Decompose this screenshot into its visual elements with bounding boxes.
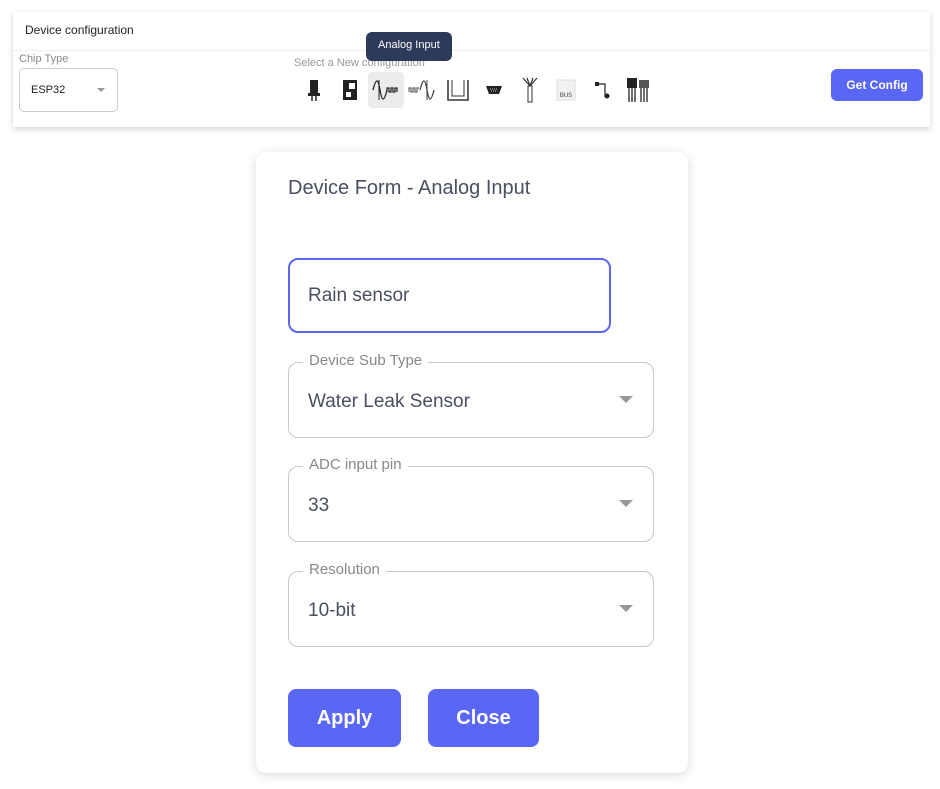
configuration-icons: BUS — [296, 72, 656, 108]
pulse-icon[interactable] — [440, 72, 476, 108]
serial-port-icon[interactable] — [476, 72, 512, 108]
apply-button[interactable]: Apply — [288, 689, 401, 747]
field-label: Device Sub Type — [303, 352, 429, 369]
device-configuration-panel: Device configuration Chip Type ESP32 Sel… — [13, 12, 930, 127]
divider — [13, 50, 930, 51]
caret-down-icon — [619, 396, 633, 403]
panel-title: Device configuration — [25, 23, 134, 37]
chip-type-select[interactable]: ESP32 — [19, 68, 118, 112]
adc-input-pin-select[interactable]: ADC input pin 33 — [288, 456, 654, 542]
field-value: 10-bit — [308, 600, 356, 621]
device-sub-type-select[interactable]: Device Sub Type Water Leak Sensor — [288, 352, 654, 438]
tooltip: Analog Input — [366, 32, 452, 61]
device-form: Device Form - Analog Input Device Sub Ty… — [256, 152, 688, 773]
caret-down-icon — [97, 88, 105, 92]
resolution-select[interactable]: Resolution 10-bit — [288, 561, 654, 647]
field-value: 33 — [308, 495, 330, 516]
transistor-icon[interactable] — [620, 72, 656, 108]
bus-label: BUS — [560, 93, 572, 99]
antenna-icon[interactable] — [512, 72, 548, 108]
one-wire-bus-icon[interactable]: BUS — [548, 72, 584, 108]
chip-type-value: ESP32 — [31, 84, 66, 96]
relay-icon[interactable] — [332, 72, 368, 108]
caret-down-icon — [619, 605, 633, 612]
field-value: Water Leak Sensor — [308, 391, 470, 412]
field-label: Resolution — [303, 561, 386, 578]
device-name-input[interactable] — [288, 258, 611, 333]
chip-type-label: Chip Type — [19, 53, 69, 65]
form-title: Device Form - Analog Input — [288, 177, 531, 199]
analog-input-icon[interactable] — [368, 72, 404, 108]
i2c-icon[interactable] — [584, 72, 620, 108]
get-config-button[interactable]: Get Config — [831, 69, 923, 101]
analog-output-icon[interactable] — [404, 72, 440, 108]
caret-down-icon — [619, 500, 633, 507]
field-label: ADC input pin — [303, 456, 408, 473]
led-icon[interactable] — [296, 72, 332, 108]
close-button[interactable]: Close — [428, 689, 539, 747]
